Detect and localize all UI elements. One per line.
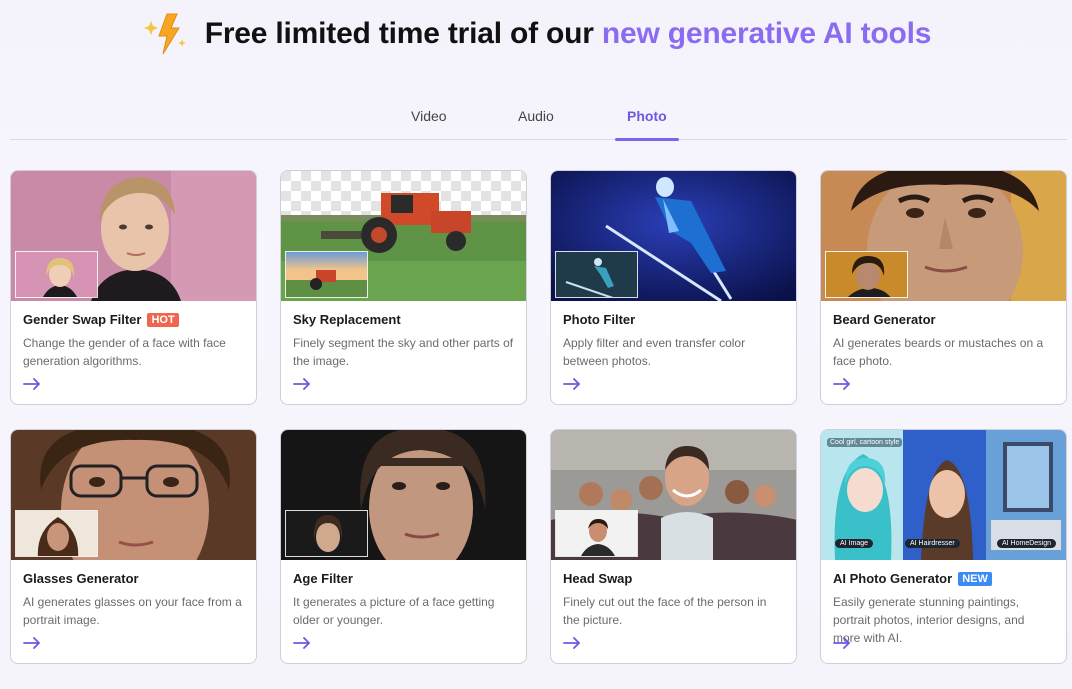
card-title: Age Filter (293, 571, 353, 586)
arrow-right-icon[interactable] (563, 378, 581, 390)
page-title: Free limited time trial of our new gener… (204, 17, 932, 50)
arrow-right-icon[interactable] (23, 637, 41, 649)
ai-hairdresser-label: AI Hairdresser (905, 539, 960, 548)
tool-card-sky-replacement[interactable]: Sky Replacement Finely segment the sky a… (280, 170, 527, 405)
arrow-right-icon[interactable] (293, 637, 311, 649)
card-description: Apply filter and even transfer color bet… (563, 336, 746, 368)
lightning-bolt-icon (141, 12, 193, 56)
card-title: Gender Swap Filter HOT (23, 312, 179, 327)
tab-video[interactable]: Video (411, 108, 447, 140)
card-title: Beard Generator (833, 312, 936, 327)
card-description: Finely cut out the face of the person in… (563, 595, 767, 627)
page-headline: Free limited time trial of our new gener… (0, 12, 1072, 56)
tool-card-ai-photo-generator[interactable]: Cool girl, cartoon style AI Image AI Hai… (820, 429, 1067, 664)
card-description: It generates a picture of a face getting… (293, 595, 495, 627)
tool-card-gender-swap[interactable]: Gender Swap Filter HOT Change the gender … (10, 170, 257, 405)
card-thumbnail (285, 251, 368, 298)
tool-card-beard-generator[interactable]: Beard Generator AI generates beards or m… (820, 170, 1067, 405)
card-image (281, 171, 526, 301)
card-description: AI generates glasses on your face from a… (23, 595, 242, 627)
tool-card-glasses-generator[interactable]: Glasses Generator AI generates glasses o… (10, 429, 257, 664)
category-tabs: Video Audio Photo (10, 100, 1067, 141)
new-badge: NEW (958, 571, 992, 586)
card-image (551, 430, 796, 560)
card-image: Cool girl, cartoon style AI Image AI Hai… (821, 430, 1066, 560)
card-thumbnail (555, 510, 638, 557)
card-description: Change the gender of a face with face ge… (23, 336, 226, 368)
card-description: Finely segment the sky and other parts o… (293, 336, 514, 368)
tool-card-photo-filter[interactable]: Photo Filter Apply filter and even trans… (550, 170, 797, 405)
card-image (11, 171, 256, 301)
page-title-highlight: new generative AI tools (601, 17, 932, 50)
card-title: Sky Replacement (293, 312, 401, 327)
card-image (551, 171, 796, 301)
ai-image-label: AI Image (835, 539, 874, 548)
arrow-right-icon[interactable] (563, 637, 581, 649)
arrow-right-icon[interactable] (833, 637, 851, 649)
tool-card-age-filter[interactable]: Age Filter It generates a picture of a f… (280, 429, 527, 664)
card-title: Photo Filter (563, 312, 636, 327)
card-image (11, 430, 256, 560)
tab-audio[interactable]: Audio (518, 108, 554, 140)
tab-photo[interactable]: Photo (615, 108, 679, 141)
ai-homedesign-label: AI HomeDesign (997, 539, 1057, 548)
card-thumbnail (825, 251, 908, 298)
card-title: Head Swap (563, 571, 633, 586)
card-thumbnail (15, 251, 98, 298)
card-thumbnail (15, 510, 98, 557)
card-image (281, 430, 526, 560)
card-description: Easily generate stunning paintings, port… (833, 595, 1025, 645)
card-image (821, 171, 1066, 301)
card-title: Glasses Generator (23, 571, 139, 586)
arrow-right-icon[interactable] (833, 378, 851, 390)
ai-style-label: Cool girl, cartoon style (827, 438, 903, 447)
tool-card-head-swap[interactable]: Head Swap Finely cut out the face of the… (550, 429, 797, 664)
card-title: AI Photo Generator NEW (833, 571, 992, 586)
arrow-right-icon[interactable] (23, 378, 41, 390)
card-thumbnail (285, 510, 368, 557)
card-description: AI generates beards or mustaches on a fa… (833, 336, 1044, 368)
hot-badge: HOT (147, 312, 179, 327)
arrow-right-icon[interactable] (293, 378, 311, 390)
card-thumbnail (555, 251, 638, 298)
